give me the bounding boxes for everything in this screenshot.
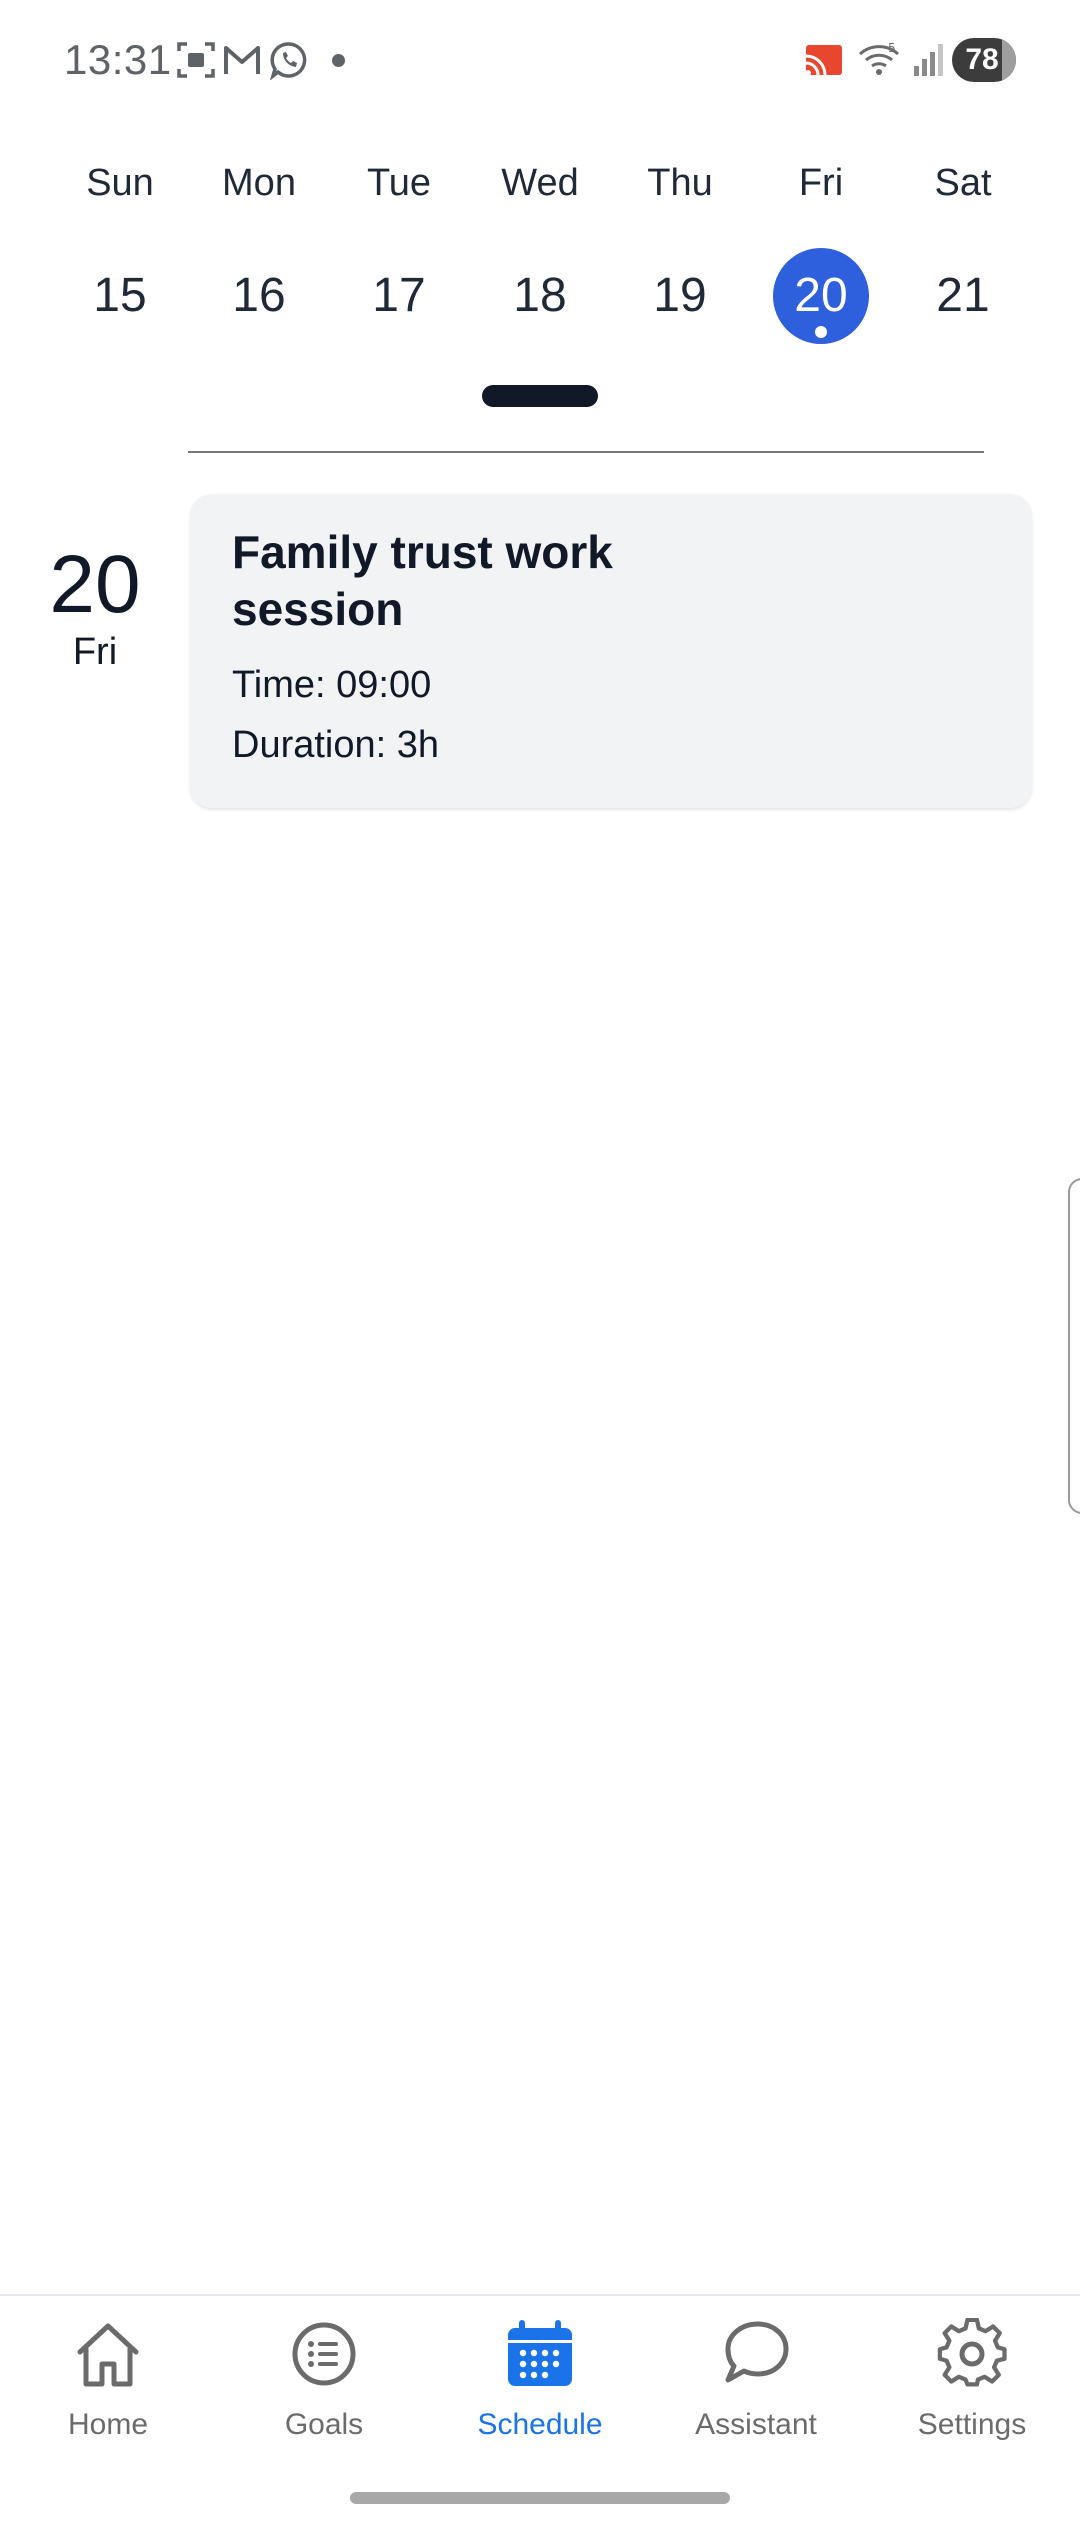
- bottom-nav: Home Goals Schedule Assistant Settings: [0, 2294, 1080, 2522]
- home-indicator[interactable]: [350, 2492, 730, 2504]
- home-icon: [77, 2323, 139, 2387]
- gear-icon: [937, 2318, 1007, 2387]
- day-name: Tue: [366, 162, 432, 204]
- gmail-icon: [224, 46, 260, 74]
- event-time: Time: 09:00: [232, 664, 432, 706]
- nav-settings[interactable]: Settings: [872, 2318, 1072, 2468]
- day-number: 15: [93, 269, 147, 322]
- event-indicator-dot: [815, 326, 827, 338]
- calendar-expand-handle[interactable]: [482, 385, 598, 407]
- day-number: 18: [513, 269, 567, 322]
- week-strip: Sun 15 Mon 16 Tue 17 Wed 18 Thu 19 Fri 2…: [0, 150, 1080, 360]
- calendar-icon: [508, 2320, 572, 2386]
- event-duration: Duration: 3h: [232, 724, 440, 766]
- screen-record-icon: [177, 42, 215, 78]
- whatsapp-icon: [270, 42, 307, 80]
- event-card[interactable]: Family trust work session Time: 09:00 Du…: [190, 494, 1032, 808]
- edge-panel-handle[interactable]: [1068, 1178, 1080, 1514]
- nav-goals[interactable]: Goals: [224, 2318, 424, 2468]
- day-number: 17: [372, 269, 426, 322]
- event-title: Family trust work session: [232, 526, 613, 635]
- nav-label: Assistant: [695, 2408, 817, 2441]
- nav-label: Home: [67, 2408, 149, 2441]
- agenda-date-number: 20: [49, 539, 141, 630]
- day-name: Wed: [501, 162, 579, 204]
- day-number: 21: [936, 269, 990, 322]
- day-fri-selected[interactable]: Fri 20: [751, 150, 891, 350]
- battery-icon: 78: [952, 38, 1016, 82]
- selected-day-highlight: 20: [773, 248, 869, 344]
- day-sat[interactable]: Sat 21: [893, 150, 1033, 350]
- nav-assistant[interactable]: Assistant: [656, 2318, 856, 2468]
- status-time: 13:31: [64, 36, 172, 83]
- notification-dot: [332, 54, 345, 67]
- battery-level: 78: [965, 43, 999, 76]
- nav-label: Settings: [917, 2408, 1027, 2441]
- svg-text:5: 5: [888, 41, 896, 55]
- day-wed[interactable]: Wed 18: [470, 150, 610, 350]
- wifi-icon: 5: [858, 41, 900, 75]
- chat-bubble-icon: [725, 2321, 789, 2383]
- day-number: 19: [653, 269, 707, 322]
- day-number: 16: [232, 269, 286, 322]
- cast-icon: [805, 45, 842, 76]
- status-bar: 13:31 5 78: [0, 0, 1080, 125]
- day-name: Mon: [222, 162, 296, 204]
- day-name: Sun: [86, 162, 154, 204]
- nav-label: Schedule: [477, 2408, 603, 2441]
- agenda-date: 20 Fri: [30, 540, 160, 674]
- day-name: Sat: [934, 162, 992, 204]
- day-name: Thu: [647, 162, 713, 204]
- nav-home[interactable]: Home: [8, 2318, 208, 2468]
- day-name: Fri: [798, 162, 844, 204]
- divider: [188, 451, 984, 453]
- nav-schedule[interactable]: Schedule: [440, 2318, 640, 2468]
- nav-label: Goals: [284, 2408, 364, 2441]
- day-sun[interactable]: Sun 15: [50, 150, 190, 350]
- day-thu[interactable]: Thu 19: [610, 150, 750, 350]
- list-icon: [292, 2322, 356, 2386]
- signal-icon: [914, 44, 943, 76]
- day-tue[interactable]: Tue 17: [329, 150, 469, 350]
- day-mon[interactable]: Mon 16: [189, 150, 329, 350]
- agenda-date-weekday: Fri: [72, 631, 118, 673]
